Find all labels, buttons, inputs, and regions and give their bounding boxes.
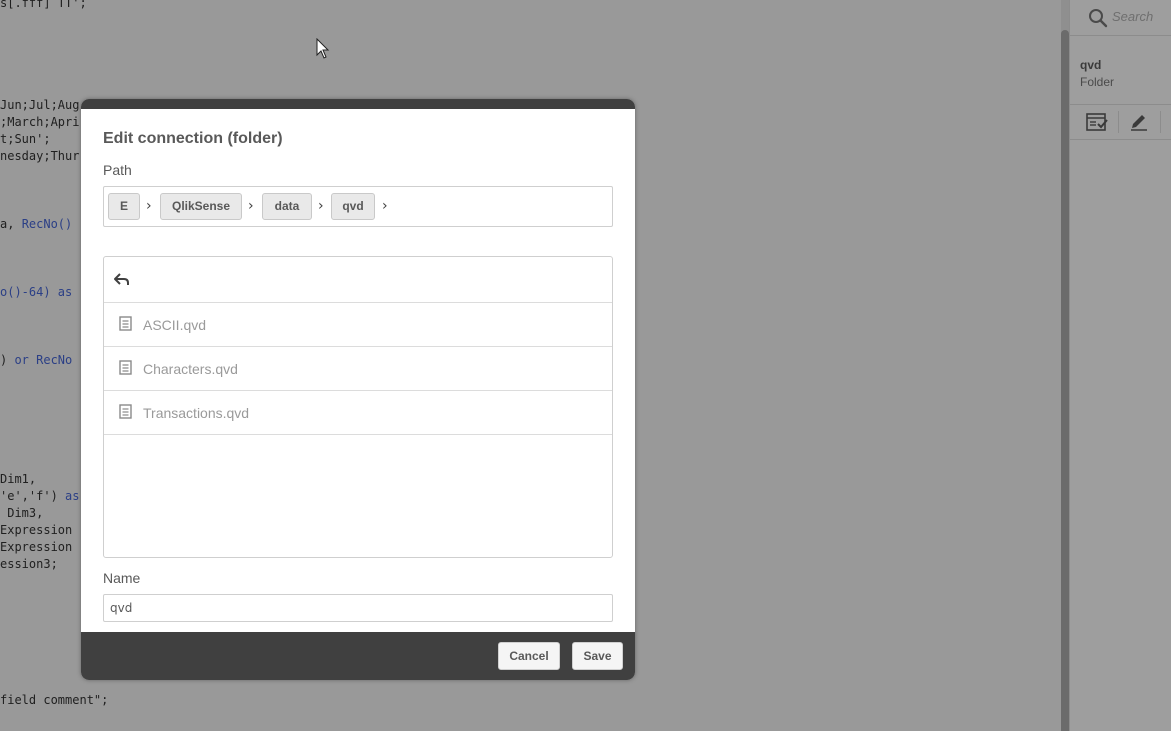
save-button[interactable]: Save (572, 642, 623, 670)
code-line: Expression (0, 523, 73, 537)
path-crumb-data[interactable]: data (262, 193, 312, 220)
connection-actions (1070, 104, 1171, 140)
chevron-right-icon: › (382, 198, 388, 214)
chevron-right-icon: › (248, 198, 254, 214)
code-line: o()-64) as (0, 285, 73, 299)
search-placeholder: Search (1112, 9, 1154, 24)
dialog-header-bar (81, 99, 635, 109)
edit-connection-button[interactable] (1117, 105, 1159, 139)
file-icon (119, 316, 132, 331)
connection-type: Folder (1080, 75, 1115, 89)
code-line: field comment"; (0, 693, 109, 707)
file-name: Transactions.qvd (143, 405, 250, 421)
path-label: Path (103, 162, 132, 178)
file-browser: ASCII.qvd Characters.qvd Transactions.qv… (103, 256, 613, 558)
code-line: nesday;Thur (0, 149, 80, 163)
code-line: 'e','f') as (0, 489, 80, 503)
dialog-title: Edit connection (folder) (103, 130, 283, 147)
path-breadcrumb: E › QlikSense › data › qvd › (103, 186, 613, 227)
file-name: ASCII.qvd (143, 317, 207, 333)
search-box[interactable]: Search (1070, 0, 1171, 36)
editor-scrollbar-thumb[interactable] (1061, 30, 1069, 731)
connection-name-input[interactable] (103, 594, 613, 622)
edit-icon (1131, 115, 1147, 131)
connection-name[interactable]: qvd (1080, 58, 1101, 72)
code-line: ;March;Apri (0, 115, 80, 129)
code-line: ession3; (0, 557, 58, 571)
code-line: Dim1, (0, 472, 37, 486)
back-arrow-icon[interactable] (112, 269, 132, 289)
code-line: a, RecNo() (0, 217, 73, 231)
select-data-button[interactable] (1074, 105, 1116, 139)
path-crumb-qvd[interactable]: qvd (331, 193, 375, 220)
chevron-right-icon: › (318, 198, 324, 214)
browser-header (104, 257, 612, 303)
select-data-icon (1086, 113, 1108, 131)
file-item[interactable]: Transactions.qvd (104, 390, 612, 435)
file-name: Characters.qvd (143, 361, 238, 377)
chevron-right-icon: › (146, 198, 152, 214)
mouse-cursor-icon (316, 38, 330, 59)
code-line: Expression (0, 540, 73, 554)
code-line: Jun;Jul;Aug (0, 98, 80, 112)
file-icon (119, 360, 132, 375)
edit-connection-dialog: Edit connection (folder) Path E › QlikSe… (81, 99, 635, 680)
code-line: t;Sun'; (0, 132, 51, 146)
divider (1160, 111, 1161, 133)
cancel-button[interactable]: Cancel (498, 642, 560, 670)
file-item[interactable]: Characters.qvd (104, 346, 612, 391)
search-icon (1089, 9, 1108, 28)
file-item[interactable]: ASCII.qvd (104, 302, 612, 347)
code-line: s[.fff] TT'; (0, 0, 87, 10)
code-line: ) or RecNo (0, 353, 73, 367)
name-label: Name (103, 570, 141, 586)
code-line: Dim3, (0, 506, 44, 520)
path-crumb-e[interactable]: E (108, 193, 140, 220)
data-connections-panel: Search qvd Folder (1069, 0, 1171, 731)
file-icon (119, 404, 132, 419)
path-crumb-qliksense[interactable]: QlikSense (160, 193, 242, 220)
dialog-footer: Cancel Save (81, 632, 635, 680)
